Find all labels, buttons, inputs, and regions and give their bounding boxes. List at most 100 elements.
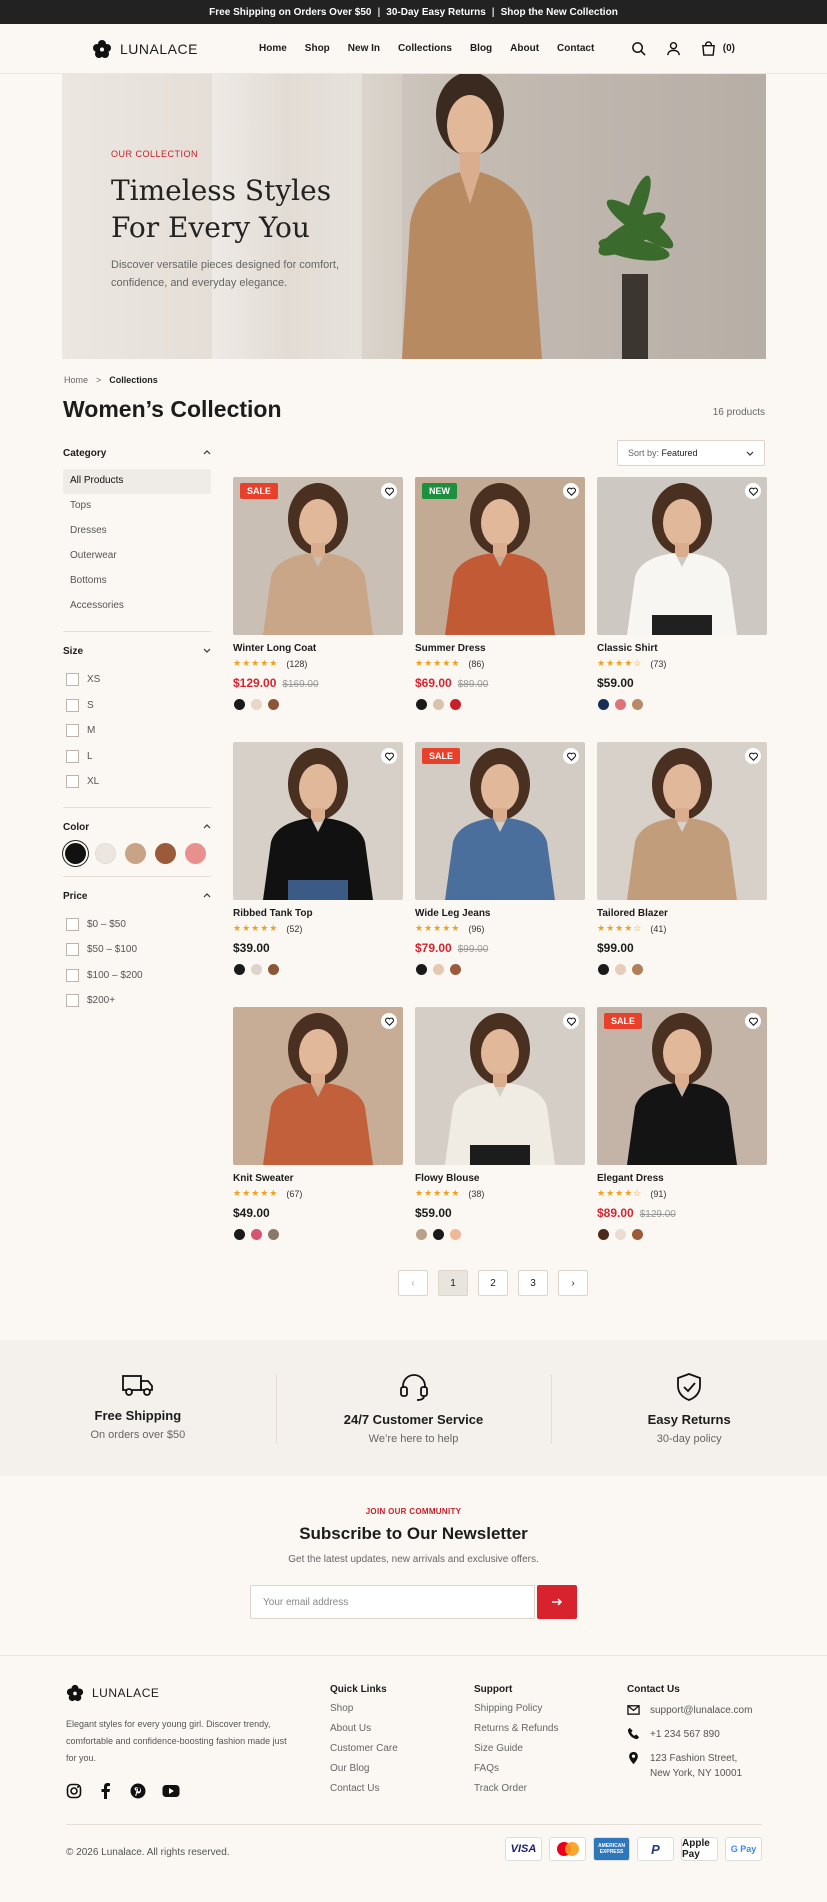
- facebook-icon[interactable]: [98, 1783, 114, 1799]
- checkbox[interactable]: [66, 724, 79, 738]
- nav-shop[interactable]: Shop: [305, 43, 330, 54]
- color-swatch[interactable]: [65, 842, 86, 864]
- pagination-next[interactable]: ›: [558, 1270, 588, 1296]
- product-color-option[interactable]: [268, 699, 279, 710]
- product-color-option[interactable]: [450, 1229, 461, 1240]
- checkbox[interactable]: [66, 994, 79, 1008]
- product-color-option[interactable]: [416, 1229, 427, 1240]
- product-name[interactable]: Knit Sweater: [233, 1173, 294, 1184]
- product-name[interactable]: Classic Shirt: [597, 643, 658, 654]
- product-image[interactable]: [597, 742, 767, 900]
- price-option-100-200[interactable]: $100 – $200: [63, 963, 211, 989]
- product-color-option[interactable]: [632, 699, 643, 710]
- product-color-option[interactable]: [251, 964, 262, 975]
- wishlist-button[interactable]: [745, 1013, 761, 1029]
- nav-blog[interactable]: Blog: [470, 43, 492, 54]
- footer-link-blog[interactable]: Our Blog: [330, 1763, 398, 1783]
- product-image[interactable]: NEW: [415, 477, 585, 635]
- product-image[interactable]: [597, 477, 767, 635]
- product-color-option[interactable]: [234, 964, 245, 975]
- category-dresses[interactable]: Dresses: [63, 519, 211, 544]
- category-tops[interactable]: Tops: [63, 494, 211, 519]
- subscribe-button[interactable]: [537, 1585, 577, 1619]
- nav-new-in[interactable]: New In: [348, 43, 380, 54]
- wishlist-button[interactable]: [745, 748, 761, 764]
- product-card[interactable]: Knit Sweater ★★★★★ (67) $49.00: [233, 1007, 403, 1257]
- wishlist-button[interactable]: [381, 748, 397, 764]
- price-option-200-plus[interactable]: $200+: [63, 988, 211, 1014]
- nav-about[interactable]: About: [510, 43, 539, 54]
- category-outerwear[interactable]: Outerwear: [63, 544, 211, 569]
- footer-link-contact[interactable]: Contact Us: [330, 1783, 398, 1803]
- nav-collections[interactable]: Collections: [398, 43, 452, 54]
- checkbox[interactable]: [66, 943, 79, 957]
- pagination-prev[interactable]: ‹: [398, 1270, 428, 1296]
- product-image[interactable]: [233, 742, 403, 900]
- product-color-option[interactable]: [234, 1229, 245, 1240]
- instagram-icon[interactable]: [66, 1783, 82, 1799]
- product-card[interactable]: SALE Wide Leg Jeans ★★★★★ (96) $79.00 $99.…: [415, 742, 585, 992]
- brand-logo[interactable]: LUNALACE: [92, 39, 257, 59]
- product-color-option[interactable]: [433, 964, 444, 975]
- color-swatch[interactable]: [155, 842, 176, 864]
- wishlist-button[interactable]: [563, 748, 579, 764]
- user-icon[interactable]: [666, 41, 681, 56]
- size-option-xs[interactable]: XS: [63, 667, 211, 693]
- product-color-option[interactable]: [234, 699, 245, 710]
- checkbox[interactable]: [66, 968, 79, 982]
- product-image[interactable]: SALE: [597, 1007, 767, 1165]
- nav-home[interactable]: Home: [259, 43, 287, 54]
- checkbox[interactable]: [66, 673, 79, 687]
- email-input[interactable]: Your email address: [250, 1585, 535, 1619]
- product-card[interactable]: Classic Shirt ★★★★☆ (73) $59.00: [597, 477, 767, 727]
- product-color-option[interactable]: [598, 1229, 609, 1240]
- pagination-page-2[interactable]: 2: [478, 1270, 508, 1296]
- product-color-option[interactable]: [433, 699, 444, 710]
- wishlist-button[interactable]: [381, 1013, 397, 1029]
- nav-contact[interactable]: Contact: [557, 43, 594, 54]
- product-color-option[interactable]: [268, 964, 279, 975]
- contact-phone[interactable]: +1 234 567 890: [627, 1727, 752, 1742]
- checkbox[interactable]: [66, 775, 79, 789]
- checkbox[interactable]: [66, 698, 79, 712]
- footer-link-track-order[interactable]: Track Order: [474, 1783, 559, 1803]
- contact-email[interactable]: support@lunalace.com: [627, 1703, 752, 1718]
- category-filter-header[interactable]: Category: [63, 448, 211, 459]
- youtube-icon[interactable]: [162, 1783, 180, 1799]
- announcement-collection-link[interactable]: Shop the New Collection: [501, 7, 618, 18]
- wishlist-button[interactable]: [381, 483, 397, 499]
- product-color-option[interactable]: [598, 964, 609, 975]
- product-card[interactable]: NEW Summer Dress ★★★★★ (86) $69.00 $89.00: [415, 477, 585, 727]
- product-color-option[interactable]: [615, 964, 626, 975]
- search-icon[interactable]: [631, 41, 646, 56]
- pagination-page-3[interactable]: 3: [518, 1270, 548, 1296]
- product-color-option[interactable]: [450, 964, 461, 975]
- size-filter-header[interactable]: Size: [63, 646, 211, 657]
- product-color-option[interactable]: [251, 1229, 262, 1240]
- product-color-option[interactable]: [615, 1229, 626, 1240]
- price-filter-header[interactable]: Price: [63, 891, 211, 902]
- product-name[interactable]: Wide Leg Jeans: [415, 908, 491, 919]
- size-option-xl[interactable]: XL: [63, 769, 211, 795]
- wishlist-button[interactable]: [563, 483, 579, 499]
- product-image[interactable]: SALE: [415, 742, 585, 900]
- footer-link-size-guide[interactable]: Size Guide: [474, 1743, 559, 1763]
- footer-link-shipping-policy[interactable]: Shipping Policy: [474, 1703, 559, 1723]
- price-option-50-100[interactable]: $50 – $100: [63, 937, 211, 963]
- footer-link-returns[interactable]: Returns & Refunds: [474, 1723, 559, 1743]
- footer-link-shop[interactable]: Shop: [330, 1703, 398, 1723]
- product-image[interactable]: SALE: [233, 477, 403, 635]
- product-name[interactable]: Ribbed Tank Top: [233, 908, 313, 919]
- product-name[interactable]: Summer Dress: [415, 643, 486, 654]
- color-filter-header[interactable]: Color: [63, 822, 211, 833]
- product-card[interactable]: Tailored Blazer ★★★★☆ (41) $99.00: [597, 742, 767, 992]
- breadcrumb-home[interactable]: Home: [64, 375, 88, 385]
- product-name[interactable]: Flowy Blouse: [415, 1173, 479, 1184]
- footer-link-customer-care[interactable]: Customer Care: [330, 1743, 398, 1763]
- product-color-option[interactable]: [450, 699, 461, 710]
- category-accessories[interactable]: Accessories: [63, 594, 211, 619]
- product-card[interactable]: Flowy Blouse ★★★★★ (38) $59.00: [415, 1007, 585, 1257]
- pinterest-icon[interactable]: [130, 1783, 146, 1799]
- product-name[interactable]: Elegant Dress: [597, 1173, 664, 1184]
- product-card[interactable]: Ribbed Tank Top ★★★★★ (52) $39.00: [233, 742, 403, 992]
